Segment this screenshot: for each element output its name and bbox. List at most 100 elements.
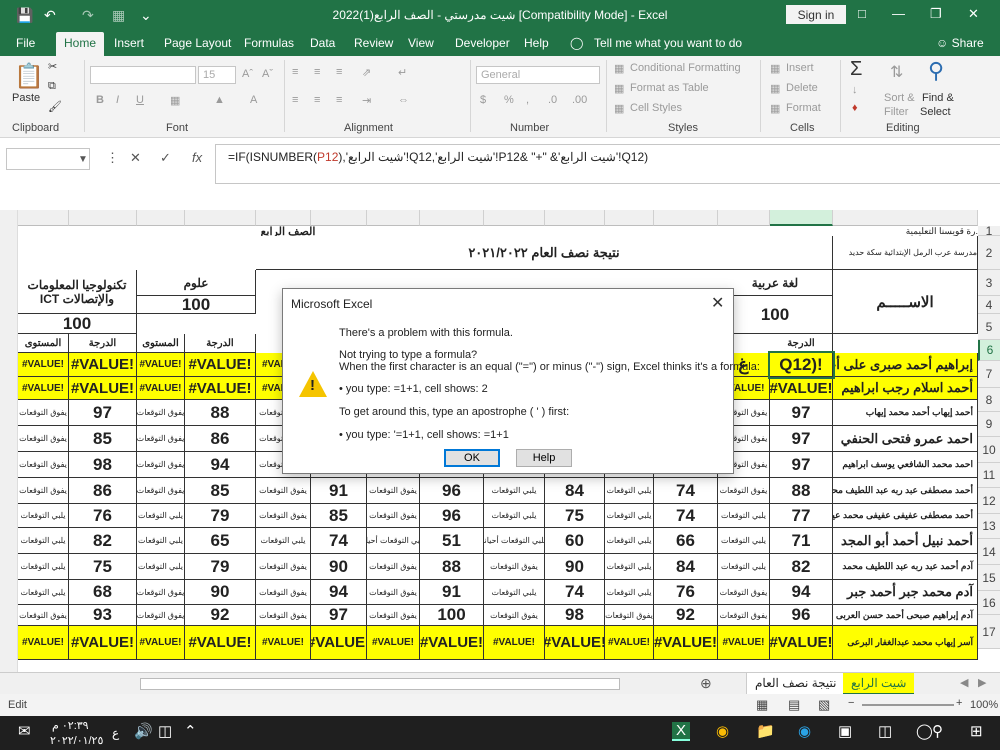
grade-cell[interactable]: 79 — [185, 504, 256, 528]
level-cell[interactable]: يلبي التوقعات — [18, 528, 69, 554]
menu-insert[interactable]: Insert — [114, 36, 144, 50]
student-name[interactable]: احمد محمد الشافعي يوسف ابراهيم — [833, 452, 978, 478]
grade-cell[interactable]: 94 — [311, 580, 367, 605]
tab-fourth-grade[interactable]: شيت الرابع — [843, 673, 915, 695]
row-header-7[interactable]: 7 — [978, 361, 1000, 388]
grade-cell[interactable]: 79 — [185, 554, 256, 580]
scroll-tabs-right-icon[interactable]: ▶ — [978, 676, 986, 689]
row-header-9[interactable]: 9 — [978, 412, 1000, 437]
level-cell[interactable]: يفوق التوقعات — [18, 400, 69, 426]
vertical-scrollbar[interactable] — [0, 210, 18, 672]
level-cell[interactable]: يلبي التوقعات — [18, 554, 69, 580]
print-preview-icon[interactable]: ▦ — [112, 7, 125, 23]
level-cell[interactable]: يفوق التوقعات — [18, 426, 69, 452]
comma-icon[interactable]: , — [526, 94, 529, 106]
level-cell[interactable]: يفوق التوقعات — [18, 605, 69, 626]
level-cell[interactable]: يلبي التوقعات — [718, 554, 770, 580]
grade-cell[interactable]: 88 — [185, 400, 256, 426]
grade-cell[interactable]: 75 — [545, 504, 605, 528]
column-header-v[interactable] — [18, 210, 69, 226]
grade-cell[interactable]: 74 — [654, 478, 718, 504]
grade-cell[interactable]: 97 — [69, 400, 137, 426]
clock-time[interactable]: ٠٢:٣٩ م — [52, 719, 89, 732]
grade-cell[interactable]: 92 — [185, 605, 256, 626]
level-cell[interactable]: يلبي التوقعات — [605, 504, 654, 528]
level-cell[interactable]: يلبي التوقعات — [484, 478, 545, 504]
student-name[interactable]: إبراهيم أحمد صبرى على أحمد — [833, 353, 978, 377]
level-cell[interactable]: يفوق التوقعات — [718, 478, 770, 504]
grade-cell[interactable]: 51 — [420, 528, 484, 554]
tab-midyear-result[interactable]: نتيجة نصف العام — [746, 673, 846, 695]
maximize-icon[interactable]: ❐ — [930, 6, 942, 22]
zoom-in-icon[interactable]: + — [956, 697, 962, 709]
level-cell[interactable]: #VALUE! — [18, 377, 69, 400]
help-button[interactable]: Help — [516, 449, 572, 467]
align-middle-icon[interactable]: ≡ — [314, 66, 320, 78]
level-cell[interactable]: يفوق التوقعات — [18, 478, 69, 504]
namebox-dropdown-icon[interactable]: ▼ — [78, 154, 88, 165]
align-left-icon[interactable]: ≡ — [292, 94, 298, 106]
column-header-i[interactable] — [545, 210, 605, 226]
row-header-12[interactable]: 12 — [978, 488, 1000, 514]
level-cell[interactable]: يفوق التوقعات — [367, 580, 420, 605]
level-cell[interactable]: #VALUE! — [137, 353, 185, 377]
bold-icon[interactable]: B — [96, 94, 104, 106]
level-cell[interactable]: #VALUE! — [18, 626, 69, 660]
paste-button[interactable]: Paste — [12, 92, 40, 104]
level-cell[interactable]: يلبي التوقعات أحيانا — [367, 528, 420, 554]
orientation-icon[interactable]: ⇗ — [362, 66, 371, 79]
grade-cell[interactable]: 94 — [770, 580, 833, 605]
student-name[interactable]: احمد عمرو فتحى الحنفي — [833, 426, 978, 452]
grade-cell[interactable]: 85 — [185, 478, 256, 504]
menu-formulas[interactable]: Formulas — [244, 36, 294, 50]
menu-help[interactable]: Help — [524, 36, 549, 50]
conditional-formatting-icon[interactable]: ▦ — [614, 62, 624, 75]
column-header-l[interactable] — [420, 210, 484, 226]
row-header-3[interactable]: 3 — [978, 270, 1000, 296]
row-header-8[interactable]: 8 — [978, 388, 1000, 412]
font-name-box[interactable] — [90, 66, 196, 84]
page-layout-view-icon[interactable]: ▤ — [788, 697, 800, 713]
column-header-j[interactable] — [484, 210, 545, 226]
grade-cell[interactable]: 68 — [69, 580, 137, 605]
grade-cell[interactable]: 96 — [420, 478, 484, 504]
level-cell[interactable]: يفوق التوقعات — [367, 478, 420, 504]
menu-home[interactable]: Home — [56, 32, 105, 56]
format-cells-button[interactable]: Format — [786, 102, 821, 114]
file-explorer-icon[interactable]: 📁 — [756, 722, 775, 740]
level-cell[interactable]: يفوق التوقعات — [256, 504, 311, 528]
level-cell[interactable]: يلبي التوقعات — [605, 554, 654, 580]
grade-cell[interactable]: 92 — [654, 605, 718, 626]
grade-cell[interactable]: 90 — [545, 554, 605, 580]
level-cell[interactable]: يلبي التوقعات — [605, 580, 654, 605]
grade-cell[interactable]: 82 — [69, 528, 137, 554]
column-header-m[interactable] — [367, 210, 420, 226]
indent-icon[interactable]: ⇥ — [362, 94, 371, 107]
student-name[interactable]: أحمد اسلام رجب ابراهيم — [833, 377, 978, 400]
grade-cell[interactable]: 66 — [654, 528, 718, 554]
level-cell[interactable]: يفوق التوقعات — [367, 554, 420, 580]
formula-input[interactable]: =IF(ISNUMBER(P12),'شيت الرابع'!Q12,'شيت … — [215, 144, 1000, 184]
align-bottom-icon[interactable]: ≡ — [336, 66, 342, 78]
zoom-slider[interactable] — [862, 704, 954, 706]
align-right-icon[interactable]: ≡ — [336, 94, 342, 106]
column-header-g[interactable] — [605, 210, 654, 226]
speaker-icon[interactable]: 🔊 — [134, 722, 153, 740]
undo-icon[interactable]: ↶ — [44, 7, 56, 23]
level-cell[interactable]: يفوق التوقعات — [367, 605, 420, 626]
level-cell[interactable]: يفوق التوقعات — [137, 426, 185, 452]
grade-cell[interactable]: 74 — [545, 580, 605, 605]
grade-cell[interactable]: 86 — [69, 478, 137, 504]
menu-review[interactable]: Review — [354, 36, 393, 50]
tray-chevron-icon[interactable]: ⌃ — [184, 722, 197, 740]
grade-cell[interactable]: #VALUE! — [654, 626, 718, 660]
level-cell[interactable]: يفوق التوقعات — [137, 580, 185, 605]
grade-cell[interactable]: #VALUE! — [69, 626, 137, 660]
sort-filter-icon[interactable]: ⇅ — [890, 62, 903, 82]
grade-cell[interactable]: 90 — [311, 554, 367, 580]
find-select-button[interactable]: Find & — [922, 92, 954, 104]
paste-icon[interactable]: 📋 — [14, 62, 44, 91]
grade-cell[interactable]: 100 — [420, 605, 484, 626]
grade-cell[interactable]: 74 — [654, 504, 718, 528]
copy-icon[interactable]: ⧉ — [48, 80, 56, 93]
